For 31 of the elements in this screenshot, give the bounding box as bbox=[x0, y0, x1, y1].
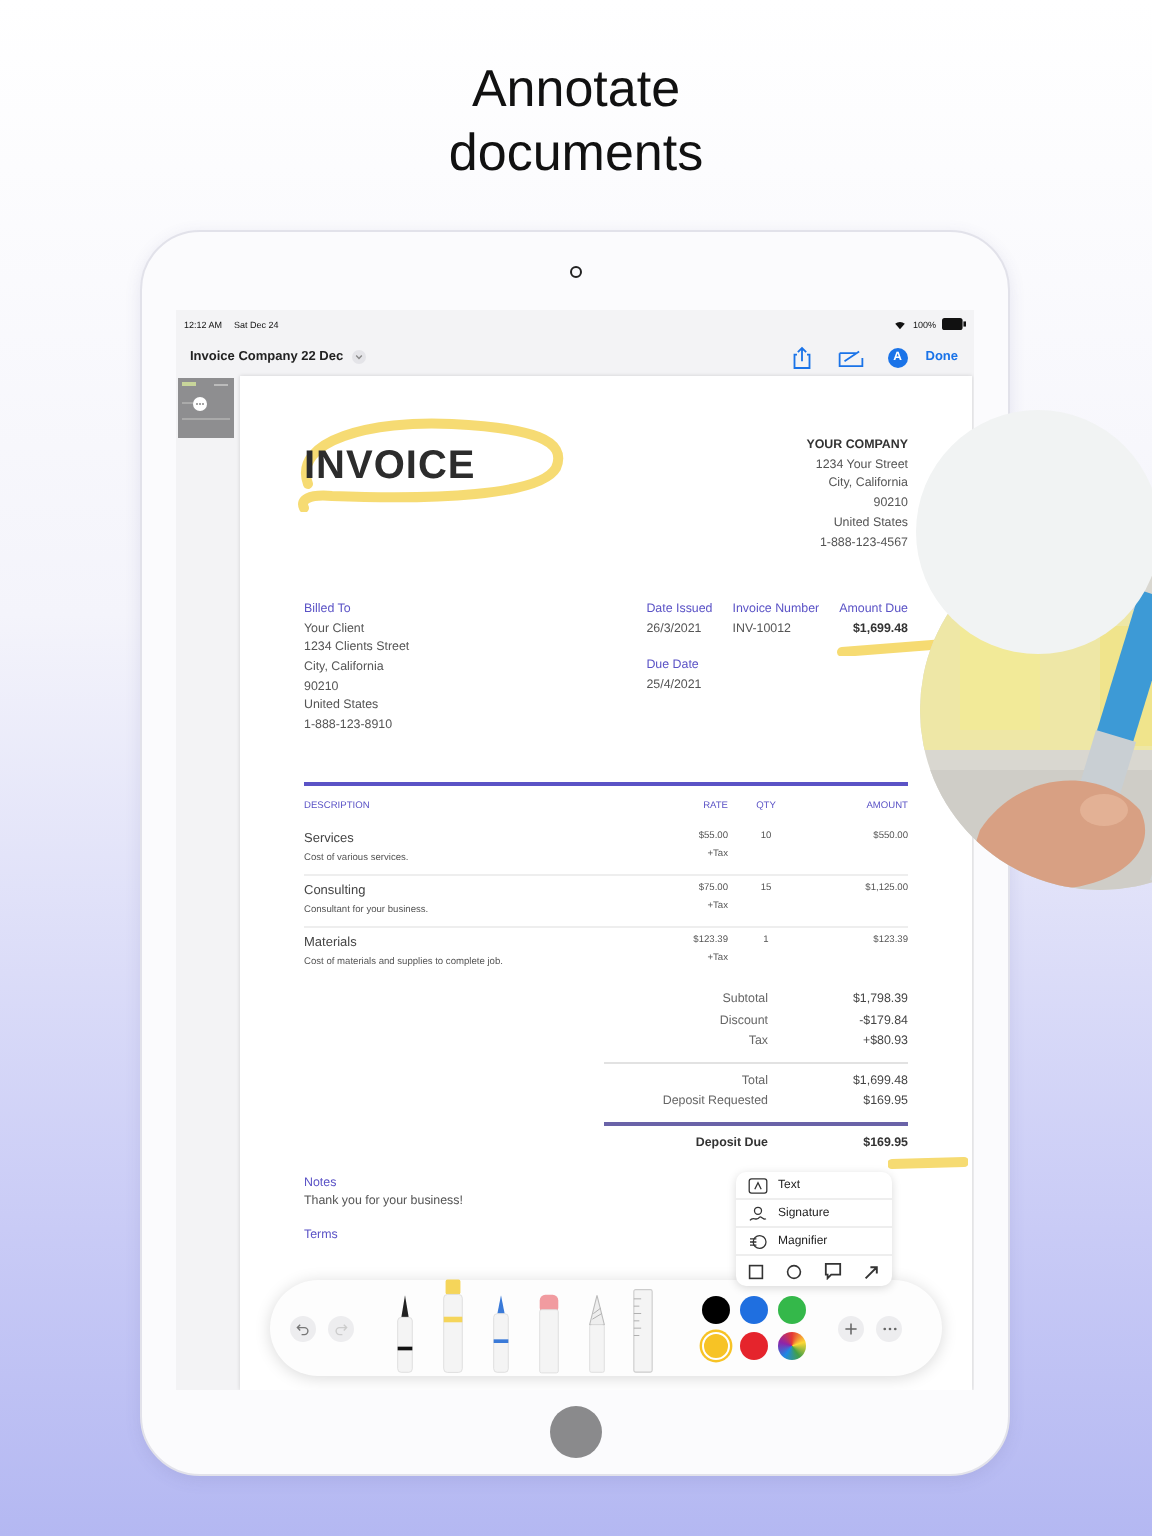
chevron-icon[interactable] bbox=[351, 350, 366, 364]
camera-icon bbox=[569, 265, 581, 277]
more-button[interactable] bbox=[876, 1315, 902, 1341]
color-swatch[interactable] bbox=[702, 1332, 730, 1360]
undo-icon bbox=[296, 1321, 310, 1335]
square-icon[interactable] bbox=[748, 1263, 764, 1279]
color-swatch[interactable] bbox=[740, 1332, 768, 1360]
color-swatch[interactable] bbox=[702, 1296, 730, 1324]
eraser-tool-icon[interactable] bbox=[536, 1290, 562, 1374]
arrow-icon[interactable] bbox=[864, 1263, 880, 1279]
headline: Annotate documents bbox=[446, 56, 706, 184]
more-icon bbox=[881, 1325, 897, 1331]
color-swatch[interactable] bbox=[740, 1296, 768, 1324]
highlighter-mark bbox=[888, 1153, 968, 1170]
battery-icon bbox=[942, 318, 966, 330]
wifi-icon bbox=[894, 319, 907, 329]
home-button[interactable] bbox=[549, 1406, 601, 1458]
speech-bubble-icon[interactable] bbox=[824, 1262, 842, 1280]
page-thumbnail[interactable] bbox=[178, 378, 234, 438]
circle-icon[interactable] bbox=[786, 1263, 802, 1279]
signature-icon bbox=[748, 1205, 768, 1221]
share-icon[interactable] bbox=[791, 345, 812, 369]
add-button[interactable] bbox=[838, 1315, 864, 1341]
color-picker-icon[interactable] bbox=[778, 1332, 806, 1360]
color-swatch[interactable] bbox=[778, 1296, 806, 1324]
redo-icon bbox=[334, 1321, 348, 1335]
text-box-icon bbox=[748, 1177, 768, 1193]
magnifier-icon bbox=[748, 1233, 768, 1249]
undo-button[interactable] bbox=[290, 1315, 316, 1341]
plus-icon bbox=[844, 1321, 858, 1335]
markup-icon[interactable] bbox=[837, 347, 864, 367]
